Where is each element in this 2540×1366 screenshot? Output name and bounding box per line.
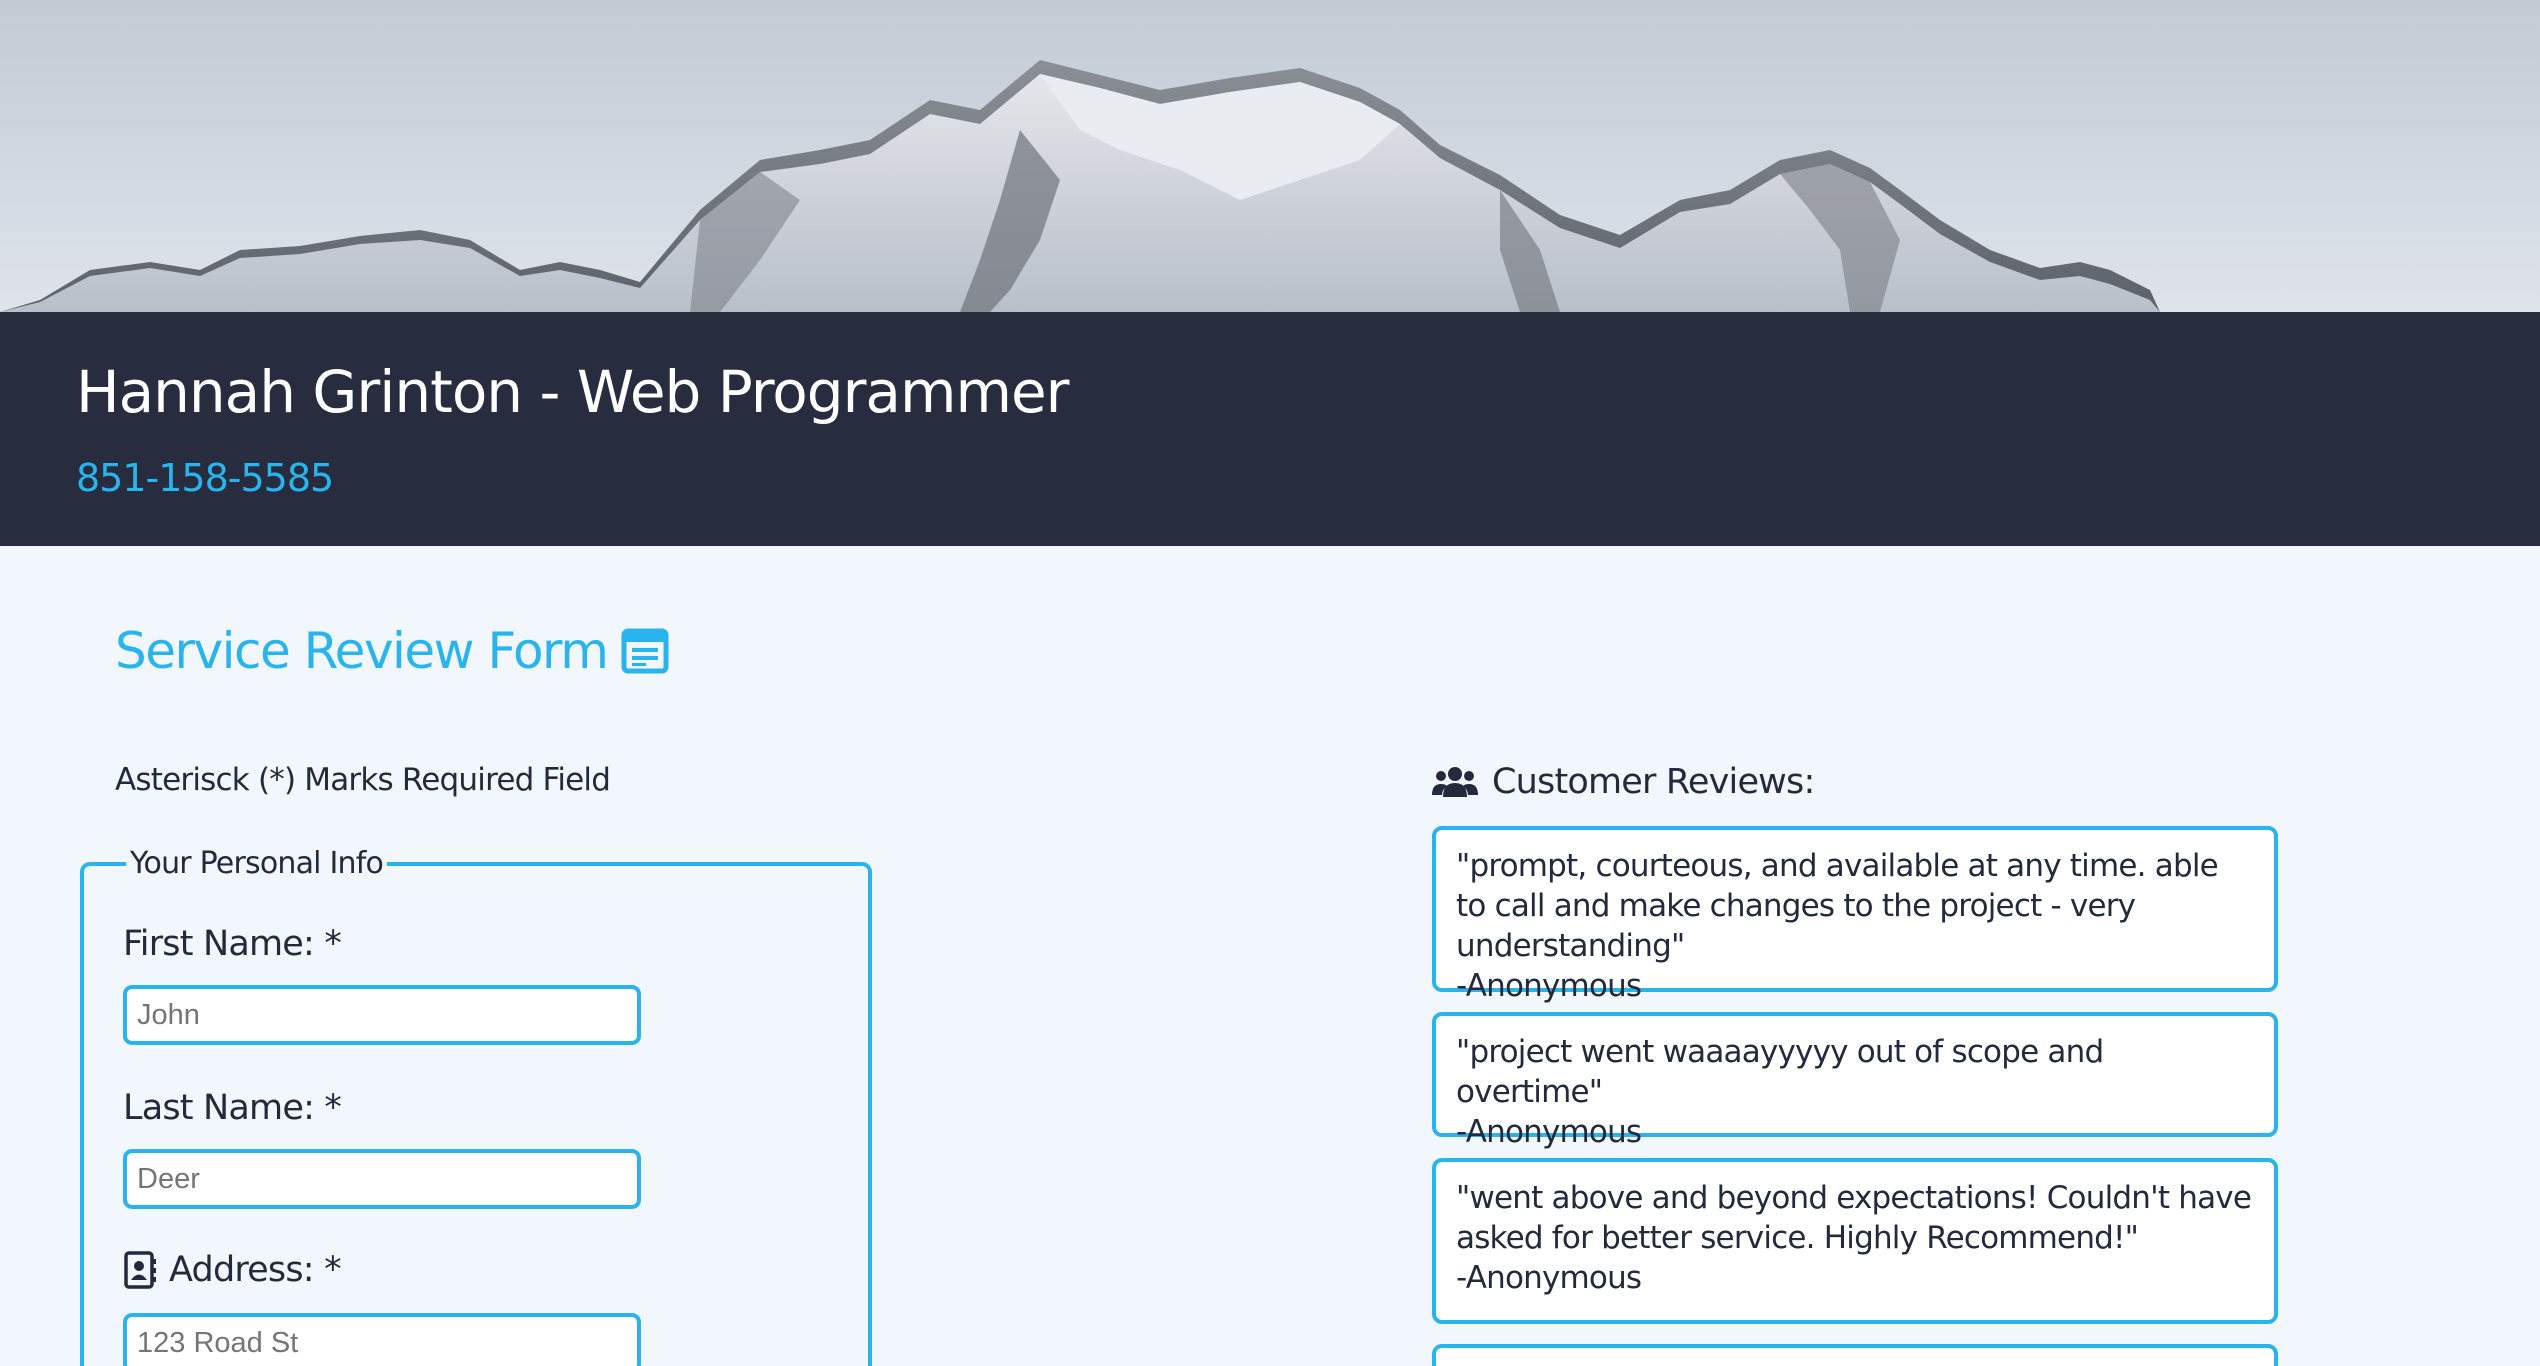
banner-image [0, 0, 2540, 312]
review-author: -Anonymous [1456, 1114, 1642, 1150]
review-card: "project went waaaayyyyy out of scope an… [1432, 1012, 2278, 1150]
users-icon [1432, 767, 1478, 797]
last-name-label-text: Last Name: * [123, 1088, 342, 1128]
site-title: Hannah Grinton - Web Programmer [76, 358, 1069, 426]
review-author: -Anonymous [1456, 968, 1642, 1004]
review-author: -Anonymous [1456, 1260, 1642, 1296]
last-name-label: Last Name: * [123, 1088, 342, 1128]
review-quote: "project went waaaayyyyy out of scope an… [1456, 1034, 2104, 1110]
required-note: Asterisck (*) Marks Required Field [115, 762, 611, 798]
fieldset-legend: Your Personal Info [130, 846, 384, 881]
last-name-input[interactable] [123, 1149, 641, 1209]
reviews-title: Customer Reviews: [1492, 762, 1815, 802]
site-header: Hannah Grinton - Web Programmer 851-158-… [0, 312, 2540, 546]
review-quote: "prompt, courteous, and available at any… [1456, 848, 2219, 964]
address-input[interactable] [123, 1313, 641, 1366]
form-icon [621, 628, 669, 674]
address-book-icon [124, 1251, 156, 1289]
address-label: Address: * [123, 1250, 342, 1290]
review-quote: "went above and beyond expectations! Cou… [1456, 1180, 2252, 1256]
review-card-partial [1432, 1344, 2278, 1366]
form-title: Service Review Form [115, 622, 609, 680]
first-name-input[interactable] [123, 985, 641, 1045]
mountain-image [0, 60, 2160, 312]
first-name-label: First Name: * [123, 924, 342, 964]
review-card: "prompt, courteous, and available at any… [1432, 826, 2278, 1004]
phone-link[interactable]: 851-158-5585 [76, 456, 334, 500]
form-heading: Service Review Form [115, 622, 669, 680]
address-label-text: Address: * [169, 1250, 342, 1290]
reviews-heading: Customer Reviews: [1432, 762, 1815, 802]
first-name-label-text: First Name: * [123, 924, 342, 964]
review-card: "went above and beyond expectations! Cou… [1432, 1158, 2278, 1324]
